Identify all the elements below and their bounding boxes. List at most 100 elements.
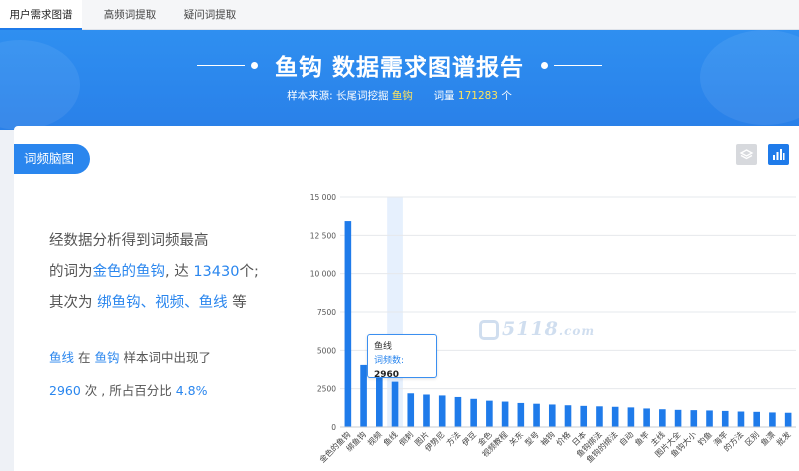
summary-text-8: 样本词中出现了 xyxy=(123,350,212,365)
bar xyxy=(659,409,666,427)
watermark-logo-icon xyxy=(479,320,499,340)
bar xyxy=(674,409,682,427)
bar-chart-icon xyxy=(773,149,785,160)
selected-word-percent: 4.8% xyxy=(175,383,208,398)
watermark-text: 5118 xyxy=(502,318,559,340)
top-word: 金色的鱼钩 xyxy=(92,264,166,280)
x-tick-label: 自动 xyxy=(617,429,635,447)
title-right-dot xyxy=(541,61,549,69)
summary-text-9: 次 , 所占百分比 xyxy=(84,383,172,398)
source-keyword: 鱼钩 xyxy=(391,90,413,102)
next-words: 绑鱼钩、视频、鱼线 xyxy=(97,295,228,311)
mindmap-card: 词频脑图 经数据分析得到词频最高 的词为金色的鱼钩, 达 13430个; 其次为… xyxy=(14,126,799,471)
bar xyxy=(533,403,540,427)
tab-question-words[interactable]: 疑问词提取 xyxy=(170,0,250,30)
y-tick-label: 0 xyxy=(331,423,336,432)
bar xyxy=(627,407,635,427)
bar xyxy=(454,396,462,427)
bar xyxy=(517,402,525,427)
selected-word-count: 2960 xyxy=(49,383,81,398)
bar xyxy=(391,381,399,427)
summary-text-5: 其次为 xyxy=(49,295,93,311)
summary-text-3: , 达 xyxy=(165,264,189,280)
x-tick-label: 钓鱼 xyxy=(696,429,714,447)
volume-label: 词量 xyxy=(433,90,455,102)
x-tick-label: 鱼线 xyxy=(381,429,399,447)
x-tick-label: 批发 xyxy=(774,429,792,447)
bar xyxy=(580,405,588,427)
summary-paragraph: 经数据分析得到词频最高 的词为金色的鱼钩, 达 13430个; 其次为 绑鱼钩、… xyxy=(49,226,299,319)
volume-unit: 个 xyxy=(501,90,512,102)
volume-value: 171283 xyxy=(457,90,498,102)
bar xyxy=(721,410,729,427)
layers-view-button[interactable] xyxy=(736,144,757,165)
summary-text-6: 等 xyxy=(232,295,247,311)
x-tick-label: 方法 xyxy=(444,429,462,447)
watermark-suffix: .com xyxy=(558,324,596,338)
tooltip-value: 2960 xyxy=(374,370,400,380)
bar xyxy=(737,411,745,427)
x-tick-label: 袖钩 xyxy=(538,429,556,447)
x-tick-label: 视频 xyxy=(365,429,383,447)
bar xyxy=(706,410,713,427)
tab-user-demand-graph[interactable]: 用户需求图谱 xyxy=(0,0,82,30)
banner-title-row: 鱼钩 数据需求图谱报告 xyxy=(0,48,799,82)
section-tag: 词频脑图 xyxy=(14,144,90,174)
bar xyxy=(360,364,367,427)
tab-high-frequency-words[interactable]: 高频词提取 xyxy=(90,0,170,30)
y-tick-label: 2500 xyxy=(317,385,336,394)
bar xyxy=(753,411,760,427)
summary-text-2: 的词为 xyxy=(49,264,93,280)
report-banner: 鱼钩 数据需求图谱报告 样本来源: 长尾词挖掘 鱼钩 词量 171283 个 xyxy=(0,30,799,130)
bar xyxy=(643,408,650,427)
x-tick-label: 关东 xyxy=(507,429,525,447)
tooltip-label: 词频数: xyxy=(374,356,405,366)
bar xyxy=(438,395,446,427)
source-value: 长尾词挖掘 xyxy=(336,90,389,102)
source-label: 样本来源: xyxy=(287,90,333,102)
title-right-line xyxy=(554,64,603,66)
bar xyxy=(784,412,792,427)
bar xyxy=(690,410,698,427)
bar xyxy=(407,393,415,427)
top-word-count: 13430 xyxy=(193,264,240,280)
layers-icon xyxy=(739,149,754,160)
chart-tooltip: 鱼线 词频数: 2960 xyxy=(367,334,437,380)
title-left-dot xyxy=(250,61,258,69)
summary-text-4: 个; xyxy=(239,264,259,280)
y-tick-label: 12 500 xyxy=(310,231,336,240)
bar xyxy=(470,398,477,427)
y-tick-label: 10 000 xyxy=(310,270,336,279)
banner-subtitle: 样本来源: 长尾词挖掘 鱼钩 词量 171283 个 xyxy=(0,88,799,103)
bar xyxy=(486,400,493,427)
report-title: 鱼钩 数据需求图谱报告 xyxy=(274,55,524,81)
selected-keyword: 鱼钩 xyxy=(94,350,120,365)
tooltip-title: 鱼线 xyxy=(374,342,393,352)
summary-text-7: 在 xyxy=(78,350,91,365)
x-tick-label: 价格 xyxy=(554,429,572,447)
bar xyxy=(596,406,603,427)
bar xyxy=(611,406,619,427)
x-tick-label: 鱼竿 xyxy=(633,429,651,447)
selected-word: 鱼线 xyxy=(49,350,75,365)
word-frequency-chart: 0 2500 5000 7500 10 000 12 500 15 000 金色的鱼钩 绑鱼钩视… xyxy=(274,186,799,471)
x-tick-label: 伊豆 xyxy=(460,429,478,447)
tab-bar: 用户需求图谱 高频词提取 疑问词提取 xyxy=(0,0,799,30)
bar-chart-view-button[interactable] xyxy=(768,144,789,165)
bar xyxy=(344,221,352,427)
y-tick-label: 7500 xyxy=(317,308,336,317)
bar xyxy=(564,405,572,427)
selected-word-summary: 鱼线 在 鱼钩 样本词中出现了 2960 次 , 所占百分比 4.8% xyxy=(49,341,309,407)
bar xyxy=(501,401,509,427)
title-left-line xyxy=(196,64,245,66)
x-tick-label: 鱼漂 xyxy=(758,429,776,447)
watermark: 5118.com xyxy=(502,318,595,340)
y-tick-label: 15 000 xyxy=(310,193,336,202)
x-tick-label: 倒刺 xyxy=(397,429,415,447)
bar xyxy=(423,394,430,427)
bar xyxy=(548,404,556,427)
x-tick-label: 型号 xyxy=(523,430,541,448)
x-tick-label: 区别 xyxy=(743,430,761,448)
summary-text-1: 经数据分析得到词频最高 xyxy=(49,233,209,249)
bar xyxy=(769,412,776,427)
